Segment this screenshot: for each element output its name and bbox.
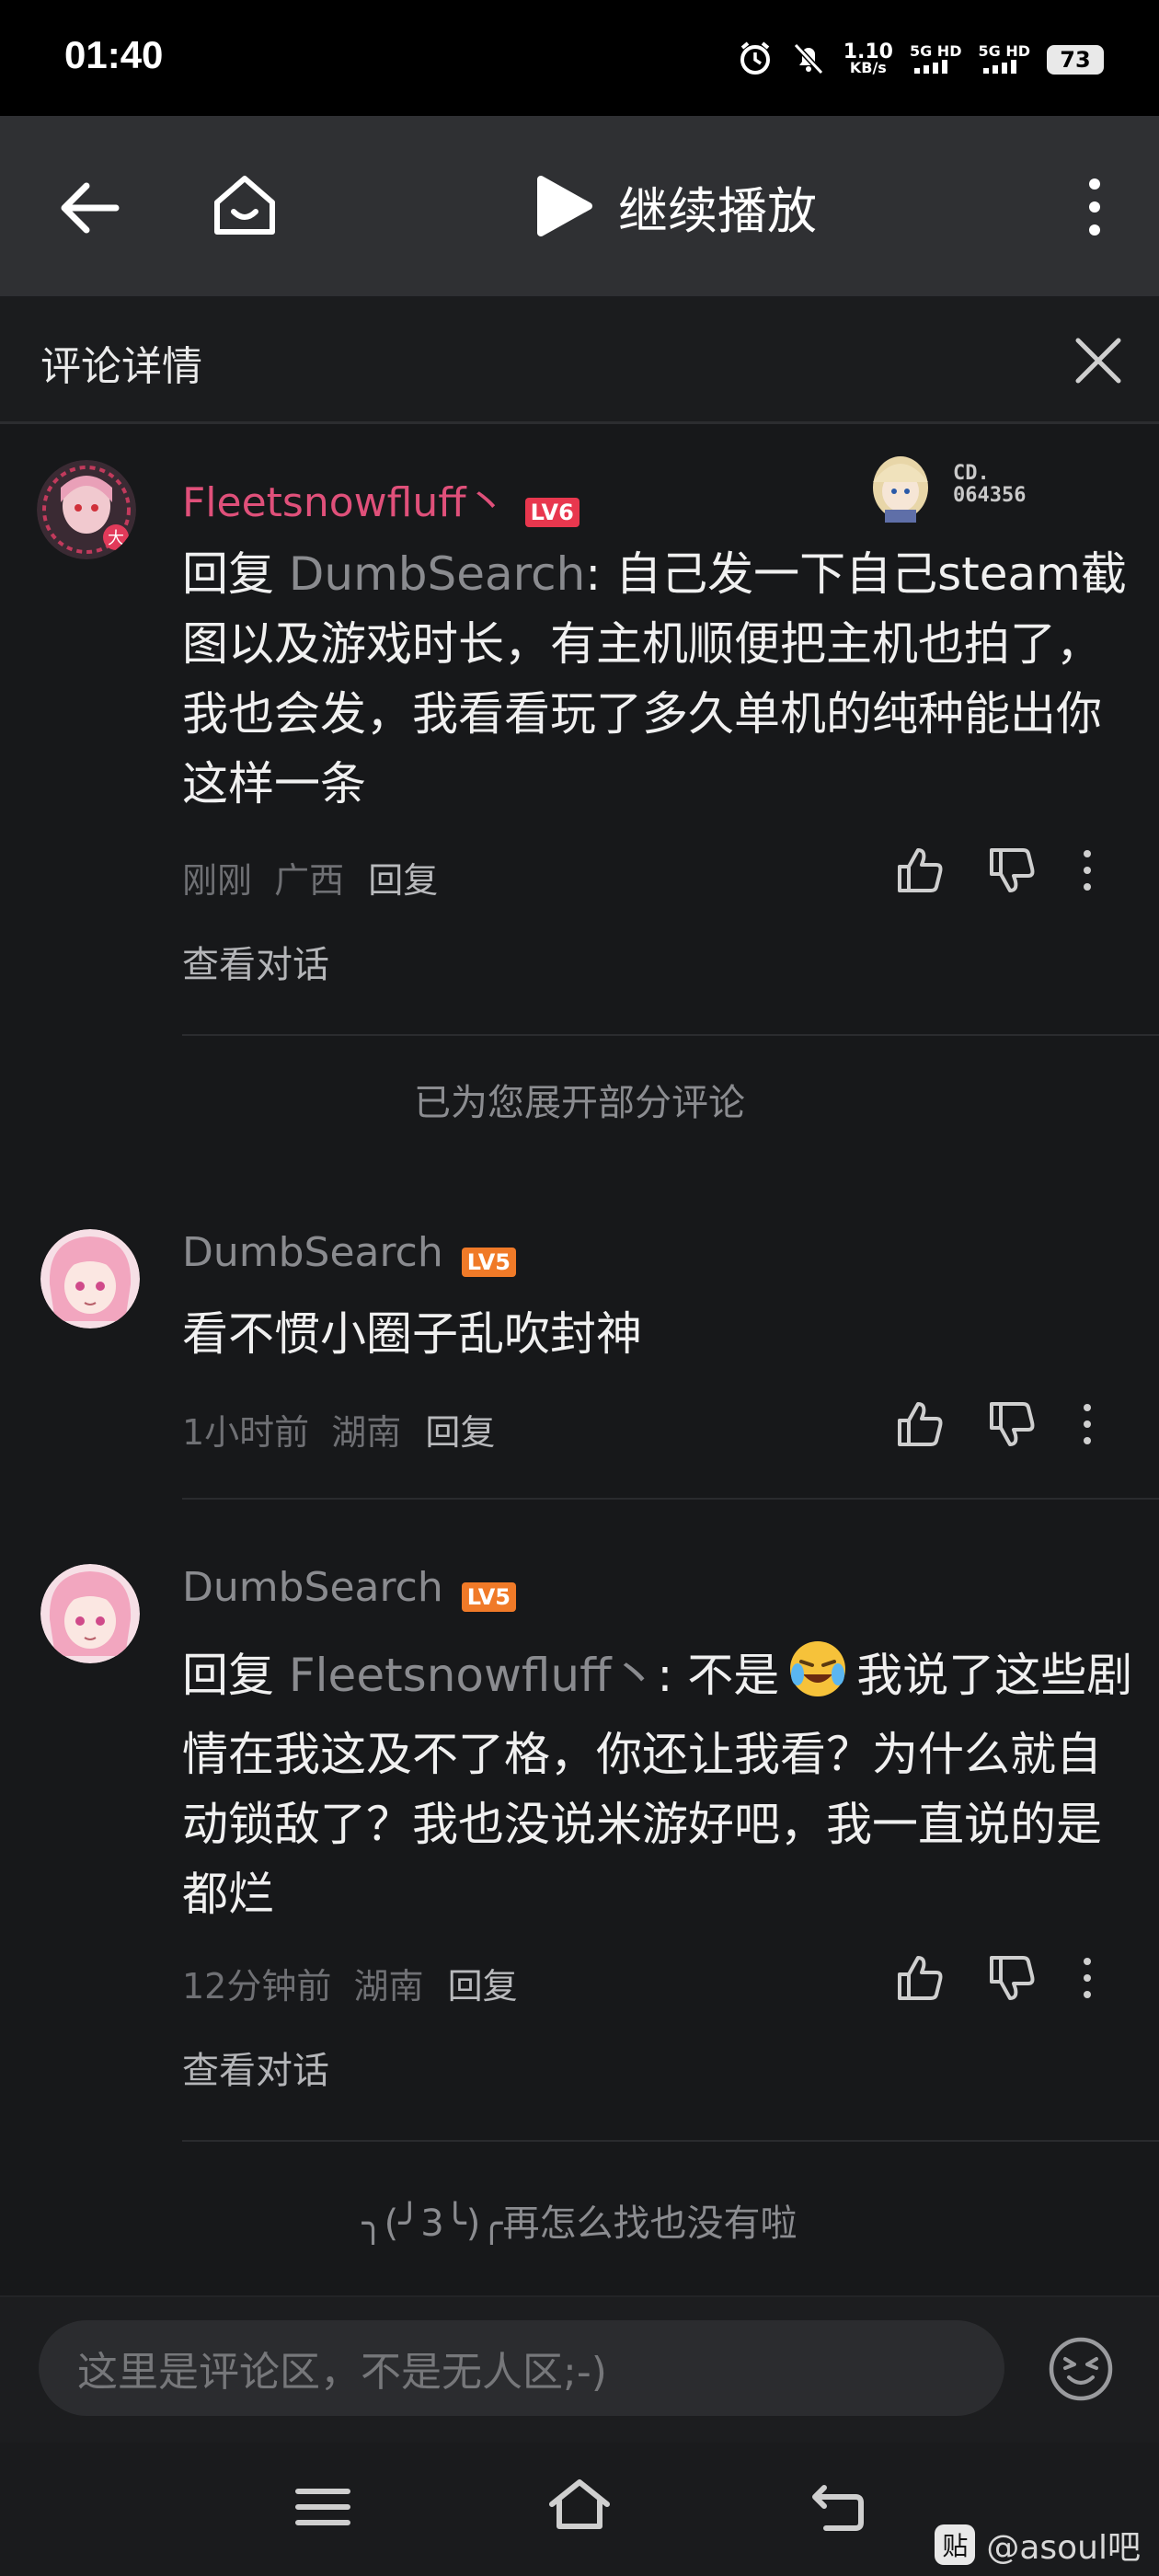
comment-input-placeholder: 这里是评论区，不是无人区;-) xyxy=(77,2349,607,2396)
reply-prefix: 回复 xyxy=(182,547,289,601)
watermark-text: @asoul吧 xyxy=(986,2529,1141,2567)
comment-actions xyxy=(894,845,1096,896)
comment-meta: 12分钟前 湖南 回复 xyxy=(182,1958,518,2008)
reply-button[interactable]: 回复 xyxy=(448,1966,518,2007)
more-vertical-icon[interactable] xyxy=(1078,1398,1096,1450)
avatar[interactable]: 大 xyxy=(37,460,136,559)
comment-meta: 1小时前 湖南 回复 xyxy=(182,1404,495,1455)
emoji-face-icon xyxy=(1049,2337,1113,2401)
reply-prefix: 回复 xyxy=(182,1649,289,1702)
comment-text: 回复 DumbSearch: 自己发一下自己steam截图以及游戏时长，有主机顺… xyxy=(182,539,1139,819)
comment-actions xyxy=(894,1952,1096,2004)
avatar[interactable] xyxy=(40,1229,140,1328)
username[interactable]: DumbSearch xyxy=(182,1229,443,1276)
menu-nav-button[interactable] xyxy=(293,2484,353,2534)
reply-target[interactable]: Fleetsnowfluff丶 xyxy=(289,1649,658,1702)
end-of-comments-note: ╮(╯3╰)╭再怎么找也没有啦 xyxy=(361,2202,798,2245)
play-icon xyxy=(537,176,592,236)
thumbs-down-icon[interactable] xyxy=(986,1952,1038,2004)
comment-text: 看不惯小圈子乱吹封神 xyxy=(182,1307,642,1361)
comment-time: 刚刚 xyxy=(182,860,253,901)
expanded-note: 已为您展开部分评论 xyxy=(414,1082,745,1124)
more-vertical-icon[interactable] xyxy=(1078,1952,1096,2004)
comment-input[interactable]: 这里是评论区，不是无人区;-) xyxy=(39,2320,1004,2416)
level-badge: LV5 xyxy=(461,1247,516,1277)
emoji-button[interactable] xyxy=(1047,2335,1115,2403)
comment-time: 12分钟前 xyxy=(182,1966,332,2007)
thumbs-up-icon[interactable] xyxy=(894,845,946,896)
menu-icon xyxy=(295,2489,350,2525)
return-icon xyxy=(812,2485,864,2531)
avatar[interactable] xyxy=(40,1564,140,1663)
signal-bars-icon xyxy=(914,59,948,74)
comment-header: DumbSearch LV5 xyxy=(182,1564,516,1612)
continue-play-button[interactable]: 继续播放 xyxy=(534,171,817,241)
mute-bell-icon xyxy=(790,40,827,80)
more-options-button[interactable] xyxy=(1076,175,1113,239)
alarm-icon xyxy=(737,40,774,80)
back-button[interactable] xyxy=(57,180,121,236)
close-icon xyxy=(1075,338,1121,384)
status-time: 01:40 xyxy=(64,33,164,76)
thumbs-up-icon[interactable] xyxy=(894,1952,946,2004)
card-number: 064356 xyxy=(953,484,1027,507)
sim2-signal: 5G HD xyxy=(978,41,1030,76)
comment-location: 湖南 xyxy=(331,1412,402,1453)
home-nav-button[interactable] xyxy=(546,2477,613,2536)
view-conversation-link[interactable]: 查看对话 xyxy=(182,935,329,988)
reply-button[interactable]: 回复 xyxy=(425,1412,495,1453)
divider xyxy=(182,2140,1159,2142)
level-badge: LV5 xyxy=(461,1581,516,1612)
decoration-card[interactable]: CD. 064356 xyxy=(861,445,1082,524)
avatar-image xyxy=(40,1564,140,1663)
level-badge: LV6 xyxy=(524,497,580,527)
home-outline-icon xyxy=(549,2479,610,2529)
comment-location: 广西 xyxy=(274,860,345,901)
comment-body-start: : 不是 xyxy=(657,1649,780,1702)
net-speed: 1.10 KB/s xyxy=(843,41,893,76)
signal-bars-icon xyxy=(982,59,1016,74)
thumbs-down-icon[interactable] xyxy=(986,1398,1038,1450)
panel-title: 评论详情 xyxy=(40,343,202,390)
comment-text: 回复 Fleetsnowfluff丶: 不是 我说了这些剧情在我这及不了格，你还让… xyxy=(182,1638,1139,1929)
username[interactable]: Fleetsnowfluff丶 xyxy=(182,479,507,526)
comment-header: DumbSearch LV5 xyxy=(182,1229,516,1277)
sim2-label: 5G HD xyxy=(978,41,1030,60)
net-speed-unit: KB/s xyxy=(849,58,887,76)
comment-location: 湖南 xyxy=(353,1966,424,2007)
reply-target[interactable]: DumbSearch xyxy=(289,547,585,601)
crying-laugh-emoji-icon xyxy=(786,1638,849,1719)
back-nav-button[interactable] xyxy=(808,2478,868,2537)
reply-button[interactable]: 回复 xyxy=(368,860,438,901)
avatar-image xyxy=(40,1229,140,1328)
arrow-left-icon xyxy=(61,182,120,234)
continue-play-label: 继续播放 xyxy=(618,181,817,240)
thumbs-up-icon[interactable] xyxy=(894,1398,946,1450)
divider xyxy=(182,1034,1159,1036)
divider xyxy=(182,1498,1159,1500)
more-vertical-icon[interactable] xyxy=(1078,845,1096,896)
battery-indicator: 73 xyxy=(1047,45,1104,75)
comment-time: 1小时前 xyxy=(182,1412,310,1453)
home-icon xyxy=(214,176,275,235)
username[interactable]: DumbSearch xyxy=(182,1564,443,1611)
character-icon xyxy=(873,456,928,523)
comment-meta: 刚刚 广西 回复 xyxy=(182,852,438,903)
comment-actions xyxy=(894,1398,1096,1450)
close-button[interactable] xyxy=(1073,335,1124,386)
avatar-image: 大 xyxy=(37,460,136,559)
svg-text:大: 大 xyxy=(108,529,124,548)
watermark: 贴 @asoul吧 xyxy=(935,2521,1141,2569)
more-vertical-icon xyxy=(1089,178,1100,236)
view-conversation-link[interactable]: 查看对话 xyxy=(182,2041,329,2094)
tieba-logo-icon: 贴 xyxy=(935,2524,976,2565)
card-label: CD. xyxy=(953,462,990,485)
sim1-label: 5G HD xyxy=(909,41,962,60)
status-icons: 1.10 KB/s 5G HD 5G HD 73 xyxy=(737,37,1104,83)
thumbs-down-icon[interactable] xyxy=(986,845,1038,896)
sim1-signal: 5G HD xyxy=(909,41,962,76)
home-button[interactable] xyxy=(210,171,280,241)
